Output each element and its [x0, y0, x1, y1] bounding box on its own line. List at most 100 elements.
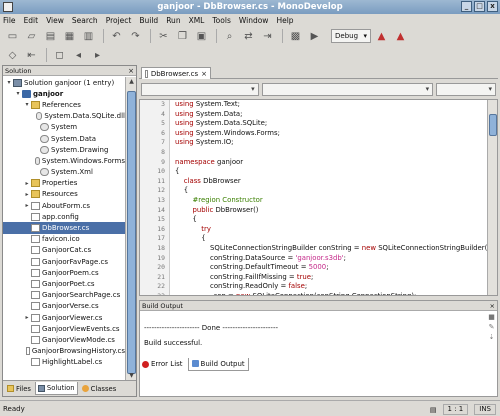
tree-node[interactable]: GanjoorVerse.cs — [3, 301, 125, 312]
tree-node[interactable]: DbBrowser.cs — [3, 222, 125, 234]
new-file-icon[interactable]: ▭ — [6, 30, 19, 43]
tab-solution[interactable]: Solution — [34, 382, 78, 395]
menu-view[interactable]: View — [46, 16, 64, 25]
region-dropdown[interactable] — [436, 83, 496, 96]
code-line[interactable]: conString.DataSource = 'ganjoor.s3db'; — [175, 254, 487, 264]
editor-tab-dbbrowser[interactable]: DbBrowser.cs × — [141, 67, 211, 79]
tree-node[interactable]: GanjoorViewMode.cs — [3, 334, 125, 345]
code-line[interactable]: using System.IO; — [175, 138, 487, 148]
run-icon[interactable]: ▶ — [308, 30, 321, 43]
expander-open-icon[interactable]: ▾ — [5, 79, 13, 86]
tree-node[interactable]: ▾ Solution ganjoor (1 entry) — [3, 77, 125, 88]
scrollbar-thumb[interactable] — [127, 91, 136, 374]
tree-node[interactable]: System.Xml — [3, 167, 125, 178]
close-button[interactable]: x — [487, 1, 498, 12]
menu-file[interactable]: File — [3, 16, 16, 25]
tree-node[interactable]: GanjoorCat.cs — [3, 245, 125, 256]
code-line[interactable]: using System.Windows.Forms; — [175, 129, 487, 139]
code-line[interactable]: using System.Text; — [175, 100, 487, 110]
tree-node[interactable]: GanjoorViewEvents.cs — [3, 323, 125, 334]
close-icon[interactable]: × — [490, 301, 495, 311]
tree-node[interactable]: GanjoorSearchPage.cs — [3, 290, 125, 301]
tab-error-list[interactable]: Error List — [139, 358, 186, 371]
build-icon[interactable]: ▩ — [289, 30, 302, 43]
menu-edit[interactable]: Edit — [24, 16, 39, 25]
scroll-lock-icon[interactable]: ⇣ — [487, 333, 496, 343]
replace-icon[interactable]: ⇄ — [242, 30, 255, 43]
tree-node[interactable]: GanjoorBrowsingHistory.cs — [3, 346, 125, 357]
bookmark-icon[interactable]: ◻ — [53, 49, 66, 62]
menu-search[interactable]: Search — [72, 16, 98, 25]
menu-tools[interactable]: Tools — [212, 16, 230, 25]
configuration-select[interactable]: Debug ▾ — [331, 29, 371, 43]
tree-node[interactable]: System.Data — [3, 133, 125, 144]
tree-node[interactable]: ▸ AboutForm.cs — [3, 200, 125, 211]
code-line[interactable]: conString.ReadOnly = false; — [175, 282, 487, 292]
menu-project[interactable]: Project — [106, 16, 132, 25]
tree-node[interactable]: app.config — [3, 211, 125, 222]
rebuild-solution-icon[interactable]: ▲ — [394, 30, 407, 43]
tree-node[interactable]: ▸ Resources — [3, 189, 125, 200]
clear-icon[interactable]: ✎ — [487, 323, 496, 333]
print-icon[interactable]: ▥ — [82, 30, 95, 43]
code-line[interactable]: namespace ganjoor — [175, 158, 487, 168]
tree-node[interactable]: System — [3, 122, 125, 133]
menu-run[interactable]: Run — [166, 16, 180, 25]
scroll-up-icon[interactable]: ▲ — [126, 77, 137, 86]
tree-node[interactable]: GanjoorFavPage.cs — [3, 256, 125, 267]
app-icon[interactable] — [3, 2, 13, 12]
solution-scrollbar[interactable]: ▲ ▼ — [125, 77, 136, 380]
code-line[interactable]: conString.FailIfMissing = true; — [175, 273, 487, 283]
code-editor[interactable]: 3 4 5 6 7 8 9 10 11 12 13 14 15 16 17 18 19 20 21 22 23 usin… — [139, 99, 498, 296]
tab-build-output[interactable]: Build Output — [187, 357, 249, 371]
code-line[interactable]: SQLiteConnectionStringBuilder conString … — [175, 244, 492, 254]
code-line[interactable] — [175, 148, 487, 158]
close-icon[interactable]: × — [128, 66, 134, 76]
member-dropdown[interactable] — [261, 83, 434, 96]
toggle-breakpoint-icon[interactable]: ◇ — [6, 49, 19, 62]
code-line[interactable]: using System.Data; — [175, 110, 487, 120]
tree-node[interactable]: ▾ ganjoor — [3, 88, 125, 99]
code-line[interactable]: try — [175, 225, 487, 235]
tree-node[interactable]: favicon.ico — [3, 234, 125, 245]
indent-icon[interactable]: ⇤ — [25, 49, 38, 62]
tree-node[interactable]: System.Windows.Forms — [3, 155, 125, 166]
open-file-icon[interactable]: ▱ — [25, 30, 38, 43]
tree-node[interactable]: ▸ Properties — [3, 178, 125, 189]
menu-build[interactable]: Build — [139, 16, 158, 25]
tab-classes[interactable]: Classes — [80, 382, 119, 395]
code-line[interactable]: using System.Data.SQLite; — [175, 119, 487, 129]
code-line[interactable]: #region Constructor — [175, 196, 487, 206]
menu-help[interactable]: Help — [276, 16, 293, 25]
build-solution-icon[interactable]: ▲ — [375, 30, 388, 43]
tree-node[interactable]: System.Data.SQLite.dll — [3, 111, 125, 122]
prev-bookmark-icon[interactable]: ◂ — [72, 49, 85, 62]
close-tab-icon[interactable]: × — [201, 70, 207, 78]
expander-closed-icon[interactable]: ▸ — [23, 180, 31, 187]
tree-node[interactable]: ▾ References — [3, 99, 125, 110]
tree-node[interactable]: GanjoorPoem.cs — [3, 267, 125, 278]
expander-open-icon[interactable]: ▾ — [23, 101, 31, 108]
code-line[interactable]: { — [175, 186, 487, 196]
scrollbar-thumb[interactable] — [489, 114, 497, 136]
expander-closed-icon[interactable]: ▸ — [23, 191, 31, 198]
save-icon[interactable]: ▤ — [44, 30, 57, 43]
undo-icon[interactable]: ↶ — [110, 30, 123, 43]
copy-icon[interactable]: ❐ — [176, 30, 189, 43]
code-text[interactable]: using System.Text; using System.Data; usin… — [175, 100, 492, 295]
maximize-button[interactable]: □ — [474, 1, 485, 12]
next-bookmark-icon[interactable]: ▸ — [91, 49, 104, 62]
code-line[interactable]: { — [175, 215, 487, 225]
code-line[interactable]: _con = new SQLiteConnection(conString.Co… — [175, 292, 487, 295]
minimize-button[interactable]: _ — [461, 1, 472, 12]
tree-node[interactable]: HighlightLabel.cs — [3, 357, 125, 368]
tree-node[interactable]: GanjoorPoet.cs — [3, 278, 125, 289]
type-dropdown[interactable] — [141, 83, 259, 96]
code-line[interactable]: { — [175, 167, 487, 177]
cut-icon[interactable]: ✂ — [157, 30, 170, 43]
expander-open-icon[interactable]: ▾ — [14, 90, 22, 97]
code-line[interactable]: { — [175, 234, 487, 244]
editor-scrollbar[interactable] — [487, 100, 497, 295]
save-all-icon[interactable]: ▦ — [63, 30, 76, 43]
code-line[interactable]: conString.DefaultTimeout = 5000; — [175, 263, 487, 273]
